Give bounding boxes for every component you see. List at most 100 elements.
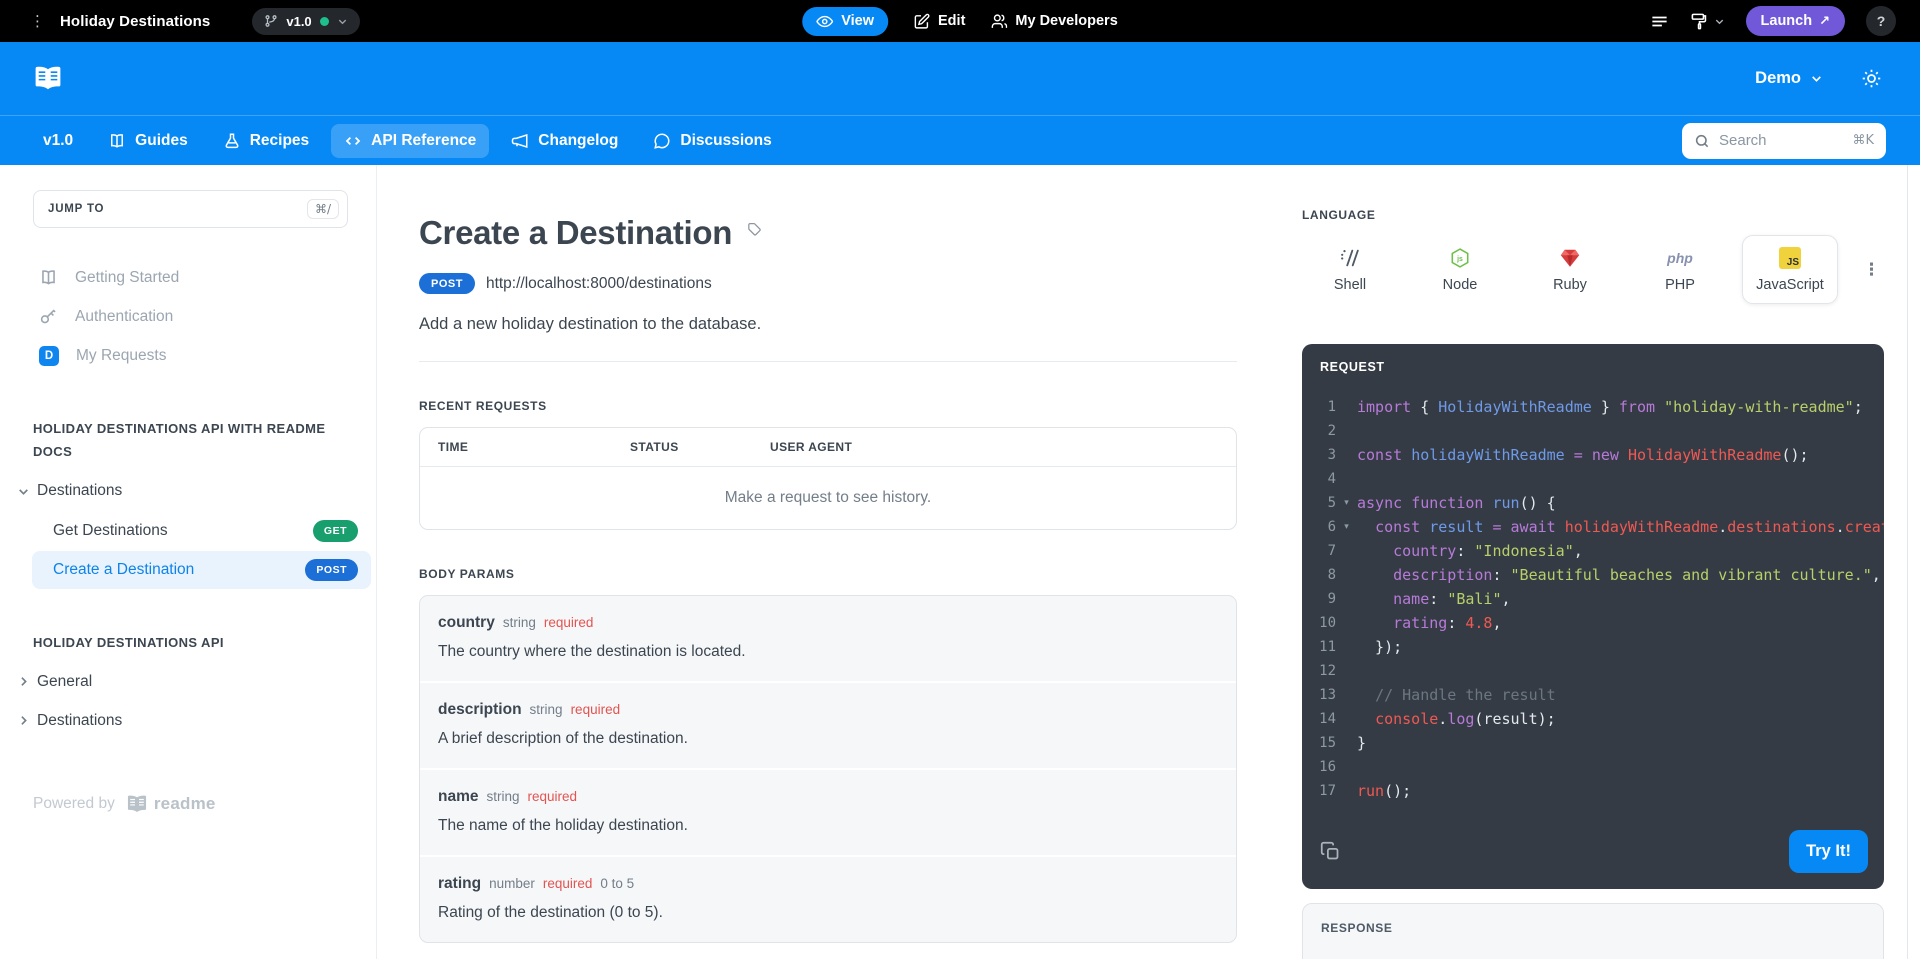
sidebar-group-destinations[interactable]: Destinations [0,472,376,511]
param-name: country [438,614,495,632]
fold-caret-icon[interactable]: ▾ [1336,491,1357,515]
nav-item-v1-0[interactable]: v1.0 [30,124,86,158]
code-text: country: "Indonesia", [1357,539,1583,563]
chevron-right-icon [17,714,30,727]
sidebar-group-destinations[interactable]: Destinations [0,701,376,740]
param-name: description [438,701,522,719]
hamburger-menu-icon[interactable] [1650,12,1669,31]
line-number: 3 [1302,443,1336,467]
code-text: run(); [1357,779,1411,803]
fold-caret-icon[interactable]: ▾ [1336,515,1357,539]
flask-icon [223,132,241,150]
search-input[interactable]: Search ⌘K [1682,123,1886,159]
line-number: 1 [1302,395,1336,419]
code-icon [344,132,362,150]
try-it-panel: LANGUAGE Shell jsNodeRubyphpPHPJSJavaScri… [1269,165,1920,959]
sidebar-group-label: General [37,673,92,691]
nav-item-recipes[interactable]: Recipes [210,124,322,158]
param-required: required [528,789,578,804]
fold-gutter [1336,755,1357,779]
version-status-dot [320,17,329,26]
fold-gutter [1336,779,1357,803]
svg-text:js: js [1456,256,1463,263]
language-name: Shell [1334,277,1366,293]
my-developers-label: My Developers [1015,13,1117,29]
fold-gutter [1336,707,1357,731]
line-number: 8 [1302,563,1336,587]
line-number: 16 [1302,755,1336,779]
param-head: namestringrequired [438,788,1218,806]
theme-toggle[interactable] [1861,68,1882,89]
line-number: 11 [1302,635,1336,659]
more-languages-icon[interactable]: ⋮ [1859,260,1884,280]
scrollbar-track[interactable] [1907,165,1908,959]
people-icon [990,13,1007,30]
language-label: LANGUAGE [1302,208,1884,222]
key-icon [39,307,58,326]
language-javascript[interactable]: JSJavaScript [1742,235,1838,304]
version-selector[interactable]: v1.0 [252,8,359,35]
appearance-menu[interactable] [1690,12,1725,31]
param-row-name[interactable]: namestringrequiredThe name of the holida… [420,768,1236,855]
sidebar-item-getting-started[interactable]: Getting Started [0,258,376,297]
language-row: Shell jsNodeRubyphpPHPJSJavaScript ⋮ [1302,235,1884,304]
params-list: countrystringrequiredThe country where t… [419,595,1237,943]
sidebar-item-create-a-destination[interactable]: Create a DestinationPOST [32,551,371,589]
nav-item-changelog[interactable]: Changelog [498,124,631,158]
shell-icon [1339,246,1361,270]
line-number: 13 [1302,683,1336,707]
sidebar-item-get-destinations[interactable]: Get DestinationsGET [32,512,371,550]
chat-icon [653,132,671,150]
sidebar-item-label: Getting Started [75,269,179,287]
try-it-button[interactable]: Try It! [1789,830,1868,873]
endpoint-description: Add a new holiday destination to the dat… [419,315,1237,334]
code-text: rating: 4.8, [1357,611,1502,635]
line-number: 15 [1302,731,1336,755]
powered-by[interactable]: Powered by readme [33,794,376,814]
launch-button[interactable]: Launch ↗ [1746,6,1845,36]
sidebar-item-authentication[interactable]: Authentication [0,297,376,336]
site-header: Demo [0,42,1920,115]
edit-button[interactable]: Edit [913,13,965,30]
param-name: name [438,788,479,806]
sidebar-group-general[interactable]: General [0,662,376,701]
code-text: name: "Bali", [1357,587,1511,611]
readme-wordmark-text: readme [154,794,216,814]
language-node[interactable]: jsNode [1412,235,1508,304]
main-content: Create a Destination POST http://localho… [377,165,1269,959]
param-description: Rating of the destination (0 to 5). [438,904,1218,922]
param-row-description[interactable]: descriptionstringrequiredA brief descrip… [420,681,1236,768]
line-number: 4 [1302,467,1336,491]
language-ruby[interactable]: Ruby [1522,235,1618,304]
requests-table-head: TIMESTATUSUSER AGENT [420,428,1236,467]
project-menu-icon[interactable]: ⋮ [30,14,45,29]
code-footer: Try It! [1302,830,1884,889]
nav-item-guides[interactable]: Guides [95,124,201,158]
project-dropdown[interactable]: Demo [1755,69,1823,88]
language-shell[interactable]: Shell [1302,235,1398,304]
code-lines: 1import { HolidayWithReadme } from "holi… [1302,386,1884,803]
node-icon: js [1449,246,1471,270]
param-row-country[interactable]: countrystringrequiredThe country where t… [420,596,1236,681]
fold-gutter [1336,539,1357,563]
tag-icon[interactable] [746,222,761,237]
pencil-icon [913,13,930,30]
search-icon [1694,133,1710,149]
code-line: 12 [1302,659,1884,683]
sidebar-item-my-requests[interactable]: DMy Requests [0,336,376,375]
param-head: ratingnumberrequired0 to 5 [438,875,1218,893]
param-row-rating[interactable]: ratingnumberrequired0 to 5 Rating of the … [420,855,1236,942]
code-line: 10 rating: 4.8, [1302,611,1884,635]
readme-logo-icon[interactable] [33,66,63,92]
nav-item-discussions[interactable]: Discussions [640,124,784,158]
language-php[interactable]: phpPHP [1632,235,1728,304]
nav-item-label: Recipes [250,132,309,150]
my-developers-button[interactable]: My Developers [990,13,1117,30]
jump-to-search[interactable]: JUMP TO ⌘/ [33,190,348,228]
help-button[interactable]: ? [1866,6,1896,36]
view-button[interactable]: View [802,7,888,36]
copy-code-button[interactable] [1320,841,1341,862]
nav-items: v1.0 Guides Recipes API Reference Changelog D… [30,124,785,158]
nav-item-api-reference[interactable]: API Reference [331,124,489,158]
code-line: 7 country: "Indonesia", [1302,539,1884,563]
